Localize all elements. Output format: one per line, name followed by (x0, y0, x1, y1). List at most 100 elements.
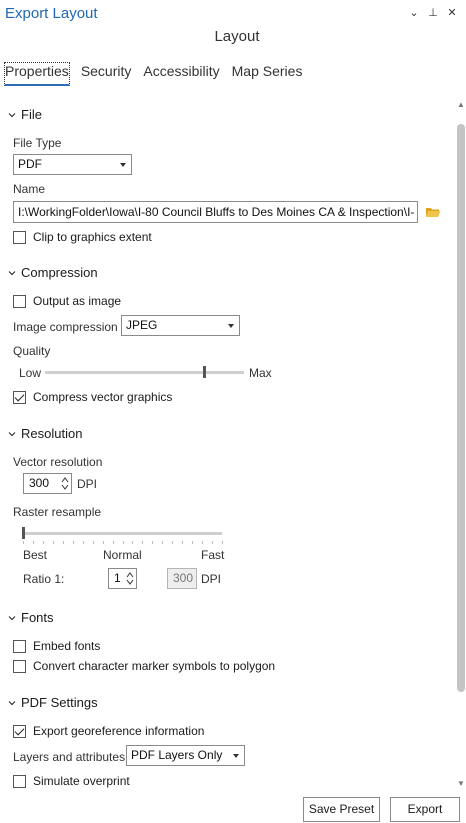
quality-max-label: Max (249, 366, 272, 380)
slider-tick (92, 541, 94, 544)
section-pdf-settings-title: PDF Settings (21, 695, 98, 710)
pane-title: Export Layout (5, 5, 98, 22)
name-label: Name (13, 182, 46, 196)
tab-properties[interactable]: Properties (4, 62, 70, 86)
ratio-spinner[interactable]: 1 (108, 568, 137, 589)
resample-fast-label: Fast (201, 548, 225, 562)
scroll-down-icon[interactable]: ▼ (457, 779, 465, 788)
slider-tick (72, 541, 74, 544)
section-pdf-settings-header[interactable]: PDF Settings (8, 695, 98, 710)
checkbox-box (13, 774, 26, 788)
section-fonts-header[interactable]: Fonts (8, 610, 54, 625)
slider-tick (132, 541, 134, 544)
output-as-image-checkbox[interactable]: Output as image (13, 294, 121, 308)
pin-icon[interactable]: ⊥ (427, 6, 439, 19)
vector-resolution-label: Vector resolution (13, 455, 103, 469)
scrollbar-thumb[interactable] (457, 124, 465, 692)
checkbox-box (13, 724, 26, 738)
ratio-dpi-field: 300 (167, 568, 197, 589)
resample-normal-label: Normal (103, 548, 142, 562)
output-as-image-label: Output as image (33, 294, 122, 308)
clip-to-graphics-label: Clip to graphics extent (33, 230, 152, 244)
tab-map-series[interactable]: Map Series (231, 62, 304, 86)
embed-fonts-checkbox[interactable]: Embed fonts (13, 639, 100, 653)
tab-security[interactable]: Security (80, 62, 133, 86)
layers-attributes-value: PDF Layers Only (131, 748, 223, 762)
slider-tick (202, 541, 204, 544)
chevron-down-icon (8, 615, 16, 620)
convert-markers-label: Convert character marker symbols to poly… (33, 659, 276, 673)
slider-tick (23, 541, 24, 544)
slider-tick (62, 541, 64, 544)
image-compression-value: JPEG (126, 318, 158, 332)
section-resolution-header[interactable]: Resolution (8, 426, 82, 441)
file-type-dropdown[interactable]: PDF (13, 154, 132, 175)
properties-panel: File File Type PDF Name I:\WorkingFolder… (0, 98, 456, 788)
chevron-down-icon (8, 431, 16, 436)
checkbox-box (13, 390, 26, 404)
quality-slider-thumb[interactable] (203, 366, 207, 378)
vector-resolution-value: 300 (29, 476, 50, 490)
resample-slider-thumb[interactable] (22, 527, 25, 539)
dropdown-caret-icon (233, 754, 239, 758)
chevron-down-icon (8, 270, 16, 275)
checkbox-box (13, 639, 26, 653)
slider-tick (182, 541, 184, 544)
pane-subtitle: Layout (214, 28, 260, 45)
clip-to-graphics-checkbox[interactable]: Clip to graphics extent (13, 230, 152, 244)
section-file-header[interactable]: File (8, 107, 42, 122)
spin-arrows-icon[interactable] (60, 475, 70, 492)
section-fonts-title: Fonts (21, 610, 54, 625)
dropdown-caret-icon (120, 163, 126, 167)
chevron-down-icon (8, 112, 16, 117)
checkbox-box (13, 294, 26, 308)
embed-fonts-label: Embed fonts (33, 639, 101, 653)
convert-markers-checkbox[interactable]: Convert character marker symbols to poly… (13, 659, 275, 673)
ratio-label: Ratio 1: (23, 572, 65, 586)
image-compression-dropdown[interactable]: JPEG (121, 315, 240, 336)
save-preset-button[interactable]: Save Preset (303, 797, 380, 822)
compress-vector-label: Compress vector graphics (33, 390, 173, 404)
export-georef-label: Export georeference information (33, 724, 205, 738)
tab-accessibility[interactable]: Accessibility (142, 62, 220, 86)
compress-vector-checkbox[interactable]: Compress vector graphics (13, 390, 172, 404)
scroll-up-icon[interactable]: ▲ (457, 100, 465, 109)
export-button[interactable]: Export (390, 797, 460, 822)
section-compression-header[interactable]: Compression (8, 265, 98, 280)
slider-tick (172, 541, 174, 544)
slider-tick (192, 541, 194, 544)
vector-dpi-label: DPI (77, 477, 98, 491)
checkbox-box (13, 659, 26, 673)
folder-open-icon[interactable] (425, 206, 441, 218)
ratio-value: 1 (114, 571, 121, 585)
slider-tick (52, 541, 54, 544)
file-name-input[interactable]: I:\WorkingFolder\Iowa\I-80 Council Bluff… (13, 201, 418, 223)
quality-low-label: Low (19, 366, 42, 380)
slider-tick (162, 541, 164, 544)
slider-tick (222, 541, 223, 544)
file-type-value: PDF (18, 157, 42, 171)
slider-tick (112, 541, 114, 544)
simulate-overprint-checkbox[interactable]: Simulate overprint (13, 774, 130, 788)
pane-controls: ⌄ ⊥ ✕ (408, 6, 458, 19)
layers-attributes-dropdown[interactable]: PDF Layers Only (126, 745, 245, 766)
vertical-scrollbar[interactable]: ▲ ▼ (456, 100, 466, 788)
layers-attributes-label: Layers and attributes (13, 750, 126, 764)
slider-tick (142, 541, 144, 544)
file-type-label: File Type (13, 136, 62, 150)
spin-arrows-icon[interactable] (125, 570, 135, 587)
chevron-down-icon (8, 700, 16, 705)
ratio-dpi-label: DPI (201, 572, 222, 586)
quality-slider-track[interactable] (45, 371, 244, 374)
vector-resolution-spinner[interactable]: 300 (23, 473, 72, 494)
resample-slider-track[interactable] (23, 532, 222, 535)
close-icon[interactable]: ✕ (446, 6, 458, 19)
quality-label: Quality (13, 344, 51, 358)
slider-tick (32, 541, 34, 544)
slider-tick (102, 541, 104, 544)
tab-bar: Properties Security Accessibility Map Se… (4, 62, 313, 86)
slider-tick (122, 541, 124, 544)
chevron-down-icon[interactable]: ⌄ (408, 6, 420, 19)
resample-best-label: Best (23, 548, 48, 562)
export-georef-checkbox[interactable]: Export georeference information (13, 724, 204, 738)
